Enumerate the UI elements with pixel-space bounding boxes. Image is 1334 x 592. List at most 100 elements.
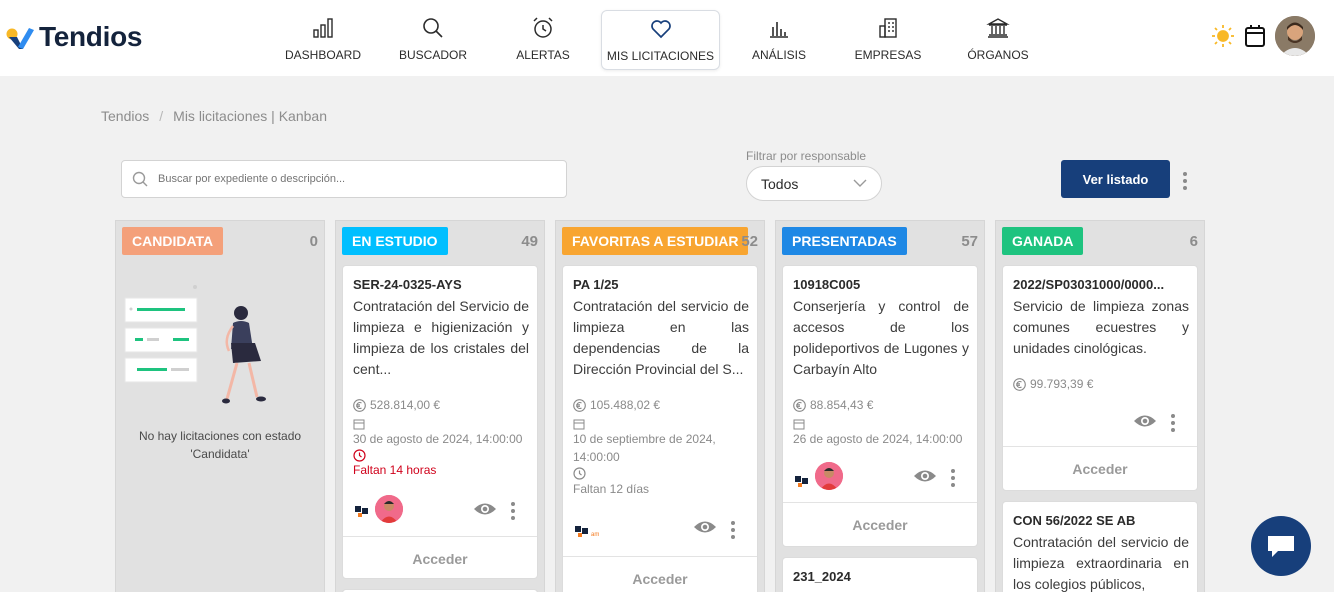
- filter-label: Filtrar por responsable: [746, 149, 867, 163]
- column-title: PRESENTADAS: [782, 227, 907, 255]
- tender-amount: 99.793,39 €: [1013, 377, 1093, 391]
- nav-analisis[interactable]: ANÁLISIS: [750, 10, 808, 70]
- nav-label: DASHBOARD: [285, 48, 362, 62]
- user-avatar[interactable]: [1275, 16, 1315, 56]
- tender-card[interactable]: CON 56/2022 SE AB Contratación del servi…: [1002, 501, 1198, 592]
- eye-icon[interactable]: [913, 468, 937, 484]
- responsable-filter-select[interactable]: Todos: [746, 166, 882, 201]
- nav-label: EMPRESAS: [854, 48, 922, 62]
- search-box[interactable]: [121, 160, 567, 198]
- tender-description: Contratación del servicio de limpieza ex…: [1013, 534, 1189, 592]
- tender-reference: SER-24-0325-AYS: [353, 277, 462, 292]
- responsable-avatar[interactable]: [815, 462, 843, 490]
- eye-icon[interactable]: [693, 519, 717, 535]
- tender-card[interactable]: 2022/SP03031000/0000... Servicio de limp…: [1002, 265, 1198, 491]
- company-logo-icon: am: [575, 526, 599, 538]
- company-logo-icon: [795, 476, 808, 487]
- breadcrumb-separator: /: [159, 108, 164, 124]
- acceder-button[interactable]: Acceder: [783, 502, 977, 546]
- card-options-icon[interactable]: [731, 521, 735, 539]
- card-options-icon[interactable]: [951, 469, 955, 487]
- eye-icon[interactable]: [473, 501, 497, 517]
- euro-icon: [793, 398, 806, 412]
- nav-organos[interactable]: ÓRGANOS: [967, 10, 1029, 70]
- tender-deadline: Faltan 12 días: [573, 482, 650, 496]
- tender-amount: 88.854,43 €: [793, 398, 873, 412]
- svg-text:am: am: [591, 532, 599, 538]
- breadcrumb-root[interactable]: Tendios: [101, 108, 149, 124]
- institution-icon: [986, 18, 1010, 38]
- eye-icon[interactable]: [1133, 413, 1157, 429]
- nav-buscador[interactable]: BUSCADOR: [399, 10, 468, 70]
- clock-icon: [573, 467, 586, 480]
- acceder-button[interactable]: Acceder: [1003, 446, 1197, 490]
- tender-description: Contratación del servicio de limpieza en…: [573, 298, 749, 377]
- tender-date: 10 de septiembre de 2024, 14:00:00: [573, 432, 716, 464]
- column-header: PRESENTADAS 57: [776, 221, 984, 261]
- logo-mark-icon: [5, 23, 35, 51]
- tender-reference: 10918C005: [793, 277, 861, 292]
- calendar-icon: [573, 419, 585, 430]
- empty-state-message: No hay licitaciones con estado 'Candidat…: [138, 429, 302, 461]
- nav-label: MIS LICITACIONES: [606, 49, 715, 63]
- column-presentadas: PRESENTADAS 57 10918C005 Conserjería y c…: [775, 220, 985, 592]
- nav-label: ÓRGANOS: [967, 48, 1029, 62]
- column-title: CANDIDATA: [122, 227, 224, 255]
- column-title: FAVORITAS A ESTUDIAR: [562, 227, 749, 255]
- tendios-logo[interactable]: Tendios: [5, 18, 142, 56]
- ver-listado-button[interactable]: Ver listado: [1061, 160, 1170, 198]
- chat-button[interactable]: [1251, 516, 1311, 576]
- tender-date: 26 de agosto de 2024, 14:00:00: [793, 432, 963, 446]
- tender-card[interactable]: 10918C005 Conserjería y control de acces…: [782, 265, 978, 547]
- more-options-icon[interactable]: [1183, 172, 1187, 190]
- heart-icon: [650, 20, 671, 39]
- search-icon: [423, 18, 443, 38]
- column-header: EN ESTUDIO 49: [336, 221, 544, 261]
- top-navigation-bar: Tendios DASHBOARD BUSCADOR ALERTAS MIS L…: [0, 0, 1334, 76]
- analytics-icon: [770, 22, 788, 38]
- column-ganada: GANADA 6 2022/SP03031000/0000... Servici…: [995, 220, 1205, 592]
- tender-card[interactable]: SER-24-0325-AYS Contratación del Servici…: [342, 265, 538, 579]
- responsable-avatar[interactable]: [375, 495, 403, 523]
- nav-dashboard[interactable]: DASHBOARD: [285, 10, 362, 70]
- nav-label: ALERTAS: [516, 48, 570, 62]
- amount-value: 105.488,02 €: [590, 398, 661, 412]
- search-input[interactable]: [158, 173, 538, 185]
- breadcrumb-current: Mis licitaciones | Kanban: [173, 108, 327, 124]
- column-count: 57: [961, 233, 978, 250]
- acceder-button[interactable]: Acceder: [563, 556, 757, 592]
- tender-description: Conserjería y control de accesos de los …: [793, 298, 969, 377]
- column-header: CANDIDATA 0: [116, 221, 324, 261]
- card-options-icon[interactable]: [511, 502, 515, 520]
- tender-reference: PA 1/25: [573, 277, 619, 292]
- tender-reference: CON 56/2022 SE AB: [1013, 513, 1136, 528]
- search-icon: [132, 171, 148, 187]
- column-title: GANADA: [1002, 227, 1084, 255]
- alarm-clock-icon: [533, 17, 553, 38]
- column-count: 6: [1189, 233, 1198, 250]
- euro-icon: [573, 398, 586, 412]
- tender-card[interactable]: 231_2024: [782, 557, 978, 592]
- nav-alertas[interactable]: ALERTAS: [515, 10, 571, 70]
- nav-empresas[interactable]: EMPRESAS: [855, 10, 921, 70]
- sun-icon[interactable]: [1211, 24, 1235, 53]
- tender-description: Contratación del Servicio de limpieza e …: [353, 298, 529, 377]
- euro-icon: [1013, 377, 1026, 391]
- nav-label: ANÁLISIS: [751, 48, 807, 62]
- chevron-down-icon: [853, 179, 867, 187]
- clock-icon: [353, 449, 366, 462]
- nav-mis-licitaciones[interactable]: MIS LICITACIONES: [601, 10, 720, 70]
- euro-icon: [353, 398, 366, 412]
- tender-amount: 528.814,00 €: [353, 398, 440, 412]
- column-en-estudio: EN ESTUDIO 49 SER-24-0325-AYS Contrataci…: [335, 220, 545, 592]
- tender-card[interactable]: PA 1/25 Contratación del servicio de lim…: [562, 265, 758, 592]
- acceder-button[interactable]: Acceder: [343, 536, 537, 580]
- empty-state-illustration: [123, 281, 283, 416]
- calendar-icon: [353, 419, 365, 430]
- nav-label: BUSCADOR: [399, 48, 468, 62]
- amount-value: 88.854,43 €: [810, 398, 874, 412]
- card-options-icon[interactable]: [1171, 414, 1175, 432]
- calendar-icon[interactable]: [1244, 24, 1266, 53]
- tender-deadline: Faltan 14 horas: [353, 463, 437, 477]
- column-header: GANADA 6: [996, 221, 1204, 261]
